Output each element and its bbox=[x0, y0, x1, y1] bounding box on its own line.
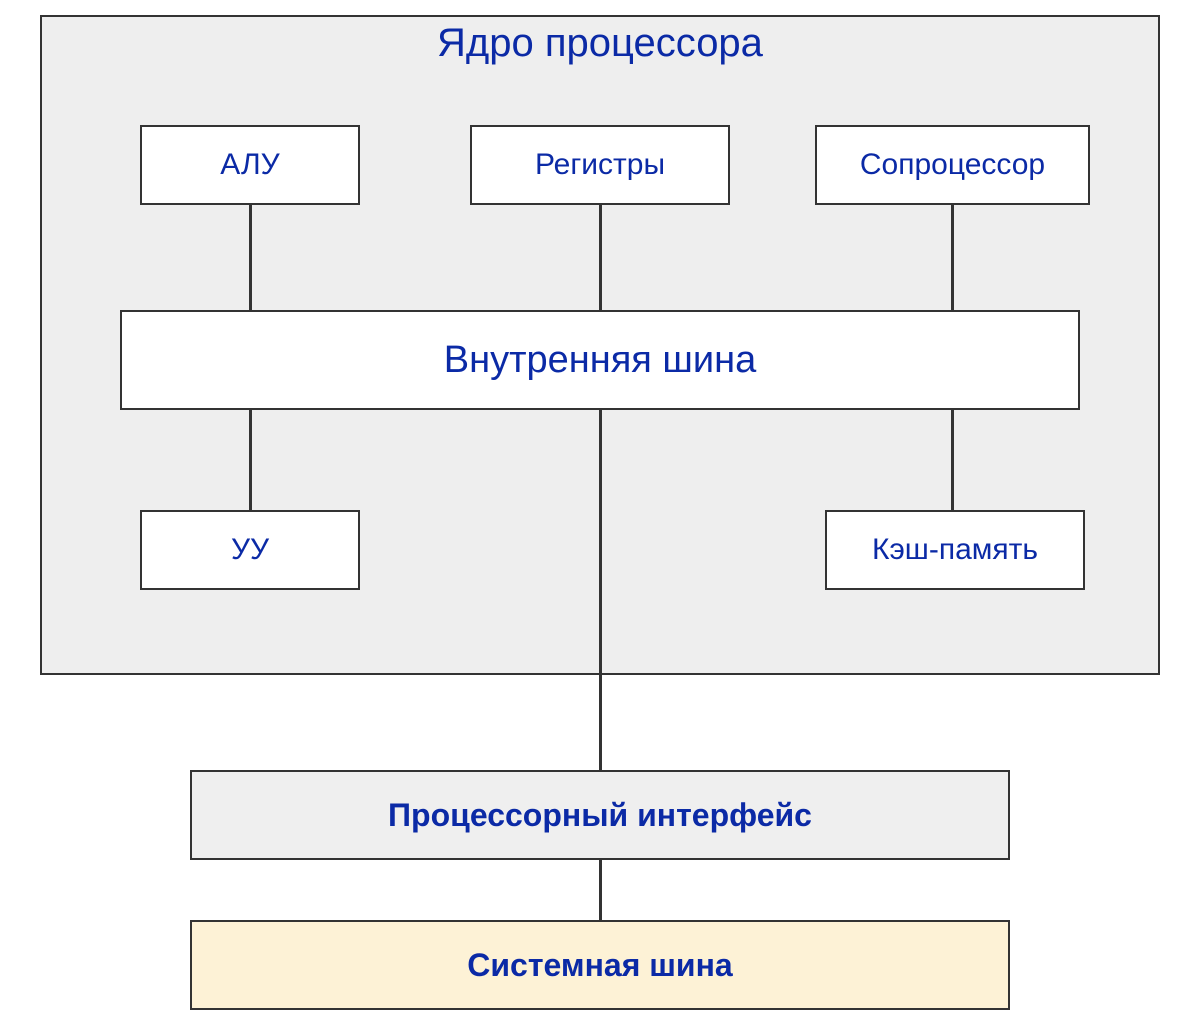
internal-bus-box: Внутренняя шина bbox=[120, 310, 1080, 410]
processor-interface-label: Процессорный интерфейс bbox=[388, 797, 812, 834]
system-bus-box: Системная шина bbox=[190, 920, 1010, 1010]
cu-box: УУ bbox=[140, 510, 360, 590]
registers-label: Регистры bbox=[535, 148, 665, 182]
connector-bus-to-interface bbox=[599, 410, 602, 770]
coprocessor-label: Сопроцессор bbox=[860, 148, 1045, 182]
connector-bus-to-cache bbox=[951, 410, 954, 510]
cache-label: Кэш-память bbox=[872, 533, 1038, 567]
connector-interface-to-sysbus bbox=[599, 860, 602, 920]
system-bus-label: Системная шина bbox=[467, 947, 732, 984]
internal-bus-label: Внутренняя шина bbox=[444, 339, 757, 382]
connector-registers-to-bus bbox=[599, 205, 602, 310]
processor-interface-box: Процессорный интерфейс bbox=[190, 770, 1010, 860]
connector-alu-to-bus bbox=[249, 205, 252, 310]
cache-box: Кэш-память bbox=[825, 510, 1085, 590]
connector-coprocessor-to-bus bbox=[951, 205, 954, 310]
connector-bus-to-cu bbox=[249, 410, 252, 510]
diagram-stage: Ядро процессора АЛУ Регистры Сопроцессор… bbox=[0, 0, 1200, 1034]
coprocessor-box: Сопроцессор bbox=[815, 125, 1090, 205]
cu-label: УУ bbox=[231, 533, 269, 567]
alu-label: АЛУ bbox=[220, 148, 279, 182]
alu-box: АЛУ bbox=[140, 125, 360, 205]
core-title: Ядро процессора bbox=[42, 21, 1158, 66]
registers-box: Регистры bbox=[470, 125, 730, 205]
